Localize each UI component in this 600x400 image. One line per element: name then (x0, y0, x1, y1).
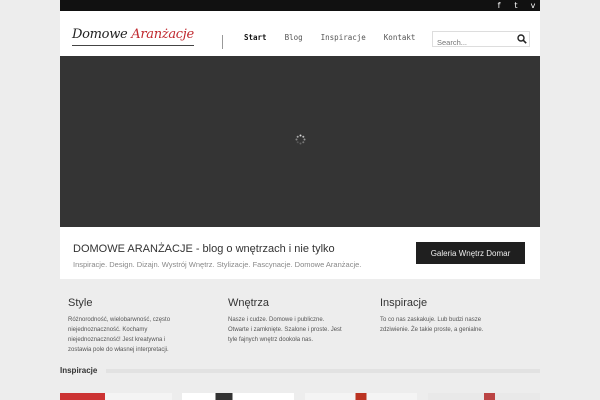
nav-item-blog[interactable]: Blog (285, 33, 303, 42)
section-divider (106, 369, 540, 373)
column-title: Inspiracje (380, 297, 428, 309)
nav-item-start[interactable]: Start (244, 33, 267, 42)
search-input[interactable] (433, 35, 513, 50)
column-inspiracje: Inspiracje To co nas zaskakuje. Lub budz… (380, 297, 495, 335)
logo-underline (72, 45, 194, 46)
logo-text: Domowe (72, 27, 132, 42)
search-icon[interactable] (517, 34, 527, 44)
site-logo[interactable]: Domowe Aranżacje (72, 27, 194, 42)
tagline-title: DOMOWE ARANŻACJE - blog o wnętrzach i ni… (73, 243, 335, 255)
top-bar (60, 0, 540, 11)
column-text: To co nas zaskakuje. Lub budzi nasze zdz… (380, 317, 484, 333)
column-title: Wnętrza (228, 297, 269, 309)
nav-item-inspiracje[interactable]: Inspiracje (321, 33, 366, 42)
column-text: Różnorodność, wielobarwność, często niej… (68, 317, 171, 353)
thumbnail[interactable] (60, 393, 172, 400)
column-wnetrza: Wnętrza Nasze i cudze. Domowe i publiczn… (228, 297, 343, 345)
nav-item-kontakt[interactable]: Kontakt (384, 33, 416, 42)
header-divider (222, 35, 223, 49)
search-box (432, 31, 530, 50)
loading-spinner-icon (295, 134, 306, 145)
facebook-icon[interactable]: f (492, 0, 506, 11)
hero-slider[interactable] (60, 56, 540, 227)
tagline-subtitle: Inspiracje. Design. Dizajn. Wystrój Wnęt… (73, 260, 362, 269)
tagline-box: DOMOWE ARANŻACJE - blog o wnętrzach i ni… (60, 227, 540, 279)
thumbnail[interactable] (428, 393, 540, 400)
logo-accent-text: Aranżacje (131, 27, 194, 42)
social-links: f t v (492, 0, 540, 11)
gallery-button[interactable]: Galeria Wnętrz Domar (416, 242, 525, 264)
section-title: Inspiracje (60, 366, 98, 375)
main-nav: Start Blog Inspiracje Kontakt (244, 33, 433, 42)
column-text: Nasze i cudze. Domowe i publiczne. Otwar… (228, 317, 342, 343)
column-title: Style (68, 297, 93, 309)
vimeo-icon[interactable]: v (526, 0, 540, 11)
column-style: Style Różnorodność, wielobarwność, częst… (68, 297, 183, 355)
twitter-icon[interactable]: t (509, 0, 523, 11)
thumbnail[interactable] (305, 393, 417, 400)
thumbnail[interactable] (182, 393, 294, 400)
site-header: Domowe Aranżacje Start Blog Inspiracje K… (60, 11, 540, 56)
